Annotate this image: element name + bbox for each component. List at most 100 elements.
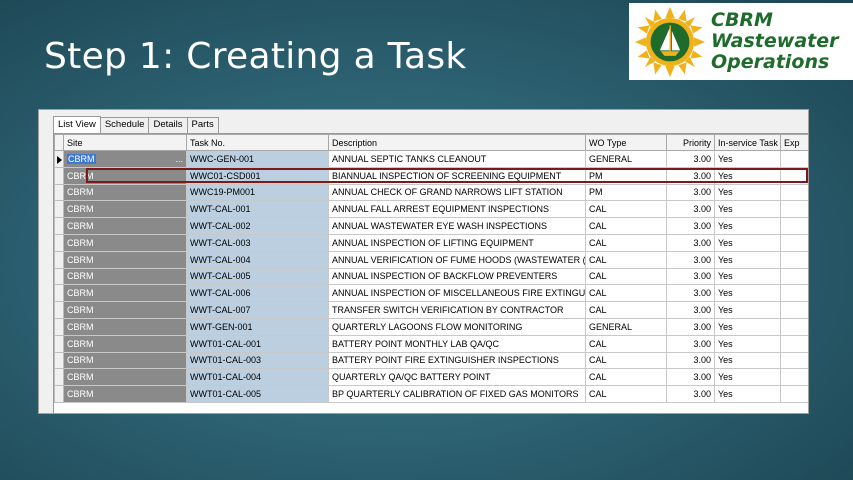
row-indicator[interactable] [54,250,64,269]
row-indicator[interactable] [54,200,64,219]
site-cell[interactable]: CBRM [63,385,187,403]
exp-cell[interactable] [780,385,808,403]
site-cell[interactable]: CBRM [63,250,187,269]
description-cell[interactable]: BP QUARTERLY CALIBRATION OF FIXED GAS MO… [328,385,586,403]
description-cell[interactable]: QUARTERLY LAGOONS FLOW MONITORING [328,317,586,336]
exp-cell[interactable] [780,250,808,269]
task-no-cell[interactable]: WWT-CAL-004 [186,250,329,269]
task-no-cell[interactable]: WWT-CAL-007 [186,301,329,319]
priority-cell[interactable]: 3.00 [666,217,715,235]
priority-cell[interactable]: 3.00 [666,150,715,168]
table-row[interactable]: CBRM WWT-CAL-004 ANNUAL VERIFICATION OF FU… [54,250,808,269]
priority-cell[interactable]: 3.00 [666,368,715,387]
site-cell[interactable]: CBRM [63,334,187,353]
row-indicator[interactable] [54,267,64,286]
task-no-cell[interactable]: WWC01-CSD001 [186,166,329,185]
task-no-cell[interactable]: WWT-CAL-003 [186,233,329,252]
site-cell[interactable]: CBRM [63,368,187,387]
row-indicator[interactable] [54,217,64,235]
description-cell[interactable]: ANNUAL INSPECTION OF LIFTING EQUIPMENT [328,233,586,252]
exp-cell[interactable] [780,284,808,303]
tab-list-view[interactable]: List View [53,116,101,134]
exp-cell[interactable] [780,267,808,286]
exp-cell[interactable] [780,334,808,353]
row-indicator[interactable] [54,351,64,370]
wo-type-cell[interactable]: CAL [585,217,667,235]
site-cell[interactable]: CBRM [63,301,187,319]
table-row[interactable]: CBRM WWT-CAL-003 ANNUAL INSPECTION OF LIFT… [54,233,808,252]
table-row[interactable]: CBRM WWC01-CSD001 BIANNUAL INSPECTION OF S… [54,166,808,185]
wo-type-cell[interactable]: CAL [585,368,667,387]
exp-cell[interactable] [780,301,808,319]
task-no-cell[interactable]: WWT-GEN-001 [186,317,329,336]
table-row[interactable]: CBRM WWT-CAL-005 ANNUAL INSPECTION OF BACK… [54,267,808,286]
in-service-cell[interactable]: Yes [714,284,781,303]
table-row[interactable]: CBRM WWT01-CAL-005 BP QUARTERLY CALIBRATIO… [54,385,808,403]
wo-type-cell[interactable]: CAL [585,200,667,219]
priority-cell[interactable]: 3.00 [666,166,715,185]
in-service-cell[interactable]: Yes [714,267,781,286]
description-cell[interactable]: QUARTERLY QA/QC BATTERY POINT [328,368,586,387]
exp-cell[interactable] [780,200,808,219]
site-cell-value[interactable]: CBRM [67,153,96,164]
table-row[interactable]: CBRM WWT-CAL-007 TRANSFER SWITCH VERIFICAT… [54,301,808,319]
row-indicator[interactable] [54,301,64,319]
column-header-wo-type[interactable]: WO Type [585,134,667,151]
wo-type-cell[interactable]: PM [585,183,667,202]
priority-cell[interactable]: 3.00 [666,250,715,269]
in-service-cell[interactable]: Yes [714,150,781,168]
description-cell[interactable]: ANNUAL WASTEWATER EYE WASH INSPECTIONS [328,217,586,235]
description-cell[interactable]: ANNUAL INSPECTION OF MISCELLANEOUS FIRE … [328,284,586,303]
in-service-cell[interactable]: Yes [714,233,781,252]
exp-cell[interactable] [780,150,808,168]
table-row[interactable]: CBRM WWT01-CAL-004 QUARTERLY QA/QC BATTERY… [54,368,808,387]
row-indicator[interactable] [54,334,64,353]
column-header-priority[interactable]: Priority [666,134,715,151]
site-cell[interactable]: CBRM [63,200,187,219]
wo-type-cell[interactable]: GENERAL [585,150,667,168]
row-indicator[interactable] [54,385,64,403]
table-row[interactable]: CBRM WWT-CAL-001 ANNUAL FALL ARREST EQUIPM… [54,200,808,219]
table-row-selected[interactable]: CBRM ... WWC-GEN-001 ANNUAL SEPTIC TANKS… [54,150,808,168]
table-row[interactable]: CBRM WWC19-PM001 ANNUAL CHECK OF GRAND NAR… [54,183,808,202]
row-indicator[interactable] [54,284,64,303]
priority-cell[interactable]: 3.00 [666,267,715,286]
exp-cell[interactable] [780,368,808,387]
table-row[interactable]: CBRM WWT-GEN-001 QUARTERLY LAGOONS FLOW MO… [54,317,808,336]
table-row[interactable]: CBRM WWT01-CAL-003 BATTERY POINT FIRE EXTI… [54,351,808,370]
column-header-description[interactable]: Description [328,134,586,151]
exp-cell[interactable] [780,183,808,202]
task-no-cell[interactable]: WWT01-CAL-003 [186,351,329,370]
wo-type-cell[interactable]: CAL [585,250,667,269]
site-cell[interactable]: CBRM [63,317,187,336]
site-cell[interactable]: CBRM [63,183,187,202]
description-cell[interactable]: ANNUAL FALL ARREST EQUIPMENT INSPECTIONS [328,200,586,219]
column-header-exp[interactable]: Exp [780,134,808,151]
in-service-cell[interactable]: Yes [714,317,781,336]
priority-cell[interactable]: 3.00 [666,351,715,370]
row-indicator[interactable] [54,317,64,336]
priority-cell[interactable]: 3.00 [666,334,715,353]
task-no-cell[interactable]: WWC-GEN-001 [186,150,329,168]
priority-cell[interactable]: 3.00 [666,385,715,403]
description-cell[interactable]: TRANSFER SWITCH VERIFICATION BY CONTRACT… [328,301,586,319]
in-service-cell[interactable]: Yes [714,166,781,185]
row-indicator[interactable] [54,368,64,387]
task-no-cell[interactable]: WWT01-CAL-004 [186,368,329,387]
tab-schedule[interactable]: Schedule [99,117,150,133]
site-cell-editor[interactable]: CBRM ... [63,150,187,168]
in-service-cell[interactable]: Yes [714,250,781,269]
description-cell[interactable]: BATTERY POINT MONTHLY LAB QA/QC [328,334,586,353]
in-service-cell[interactable]: Yes [714,351,781,370]
task-no-cell[interactable]: WWT-CAL-002 [186,217,329,235]
table-row[interactable]: CBRM WWT-CAL-006 ANNUAL INSPECTION OF MISC… [54,284,808,303]
in-service-cell[interactable]: Yes [714,368,781,387]
site-lookup-button[interactable]: ... [175,154,183,164]
exp-cell[interactable] [780,317,808,336]
row-indicator[interactable] [54,166,64,185]
site-cell[interactable]: CBRM [63,166,187,185]
in-service-cell[interactable]: Yes [714,334,781,353]
priority-cell[interactable]: 3.00 [666,200,715,219]
task-no-cell[interactable]: WWT01-CAL-001 [186,334,329,353]
task-no-cell[interactable]: WWT-CAL-006 [186,284,329,303]
